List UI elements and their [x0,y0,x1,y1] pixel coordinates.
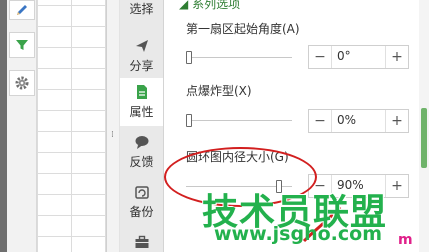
pane-splitter[interactable] [106,0,120,252]
section-title-text: 系列选项 [192,0,241,11]
first-slice-angle-track[interactable] [186,57,292,58]
splitter-grip-icon: ⁞ [111,130,114,140]
tab-feedback[interactable]: 反馈 [120,128,163,178]
pencil-icon [17,5,27,15]
tab-share[interactable]: 分享 [120,32,163,82]
tab-toolbox[interactable] [120,228,163,252]
decrease-button[interactable]: − [309,46,332,68]
increase-button[interactable]: + [385,110,408,132]
tab-properties[interactable]: 属性 [120,78,163,126]
properties-icon [136,85,147,99]
increase-button[interactable]: + [385,175,408,197]
first-slice-angle-thumb[interactable] [186,51,192,64]
first-slice-angle-stepper[interactable]: − 0° + [308,45,409,69]
left-dark-bar [0,0,7,252]
tab-select[interactable]: 选择 [120,0,163,32]
tab-properties-label: 属性 [129,105,154,119]
tab-backup-label: 备份 [129,205,154,219]
collapse-triangle-icon: ◢ [179,0,189,11]
decrease-button[interactable]: − [309,110,332,132]
feedback-icon [135,136,148,149]
filter-icon [16,40,28,50]
share-icon [135,40,148,52]
tab-share-label: 分享 [129,59,154,73]
tab-select-label: 选择 [129,2,154,16]
point-explosion-track[interactable] [186,120,292,121]
watermark-url: www.jsgho.com [214,223,382,245]
toolbox-icon [135,235,148,248]
panel-scroll-thumb[interactable] [421,108,427,168]
first-slice-angle-value[interactable]: 0° [337,49,351,63]
point-explosion-thumb[interactable] [186,114,192,127]
tab-backup[interactable]: 备份 [120,178,163,228]
first-slice-angle-label: 第一扇区起始角度(A) [186,22,300,36]
point-explosion-value[interactable]: 0% [337,113,356,127]
watermark-suffix: m [398,232,413,248]
filter-button[interactable] [9,32,35,58]
backup-icon [134,186,149,199]
gear-icon [15,76,29,90]
tab-feedback-label: 反馈 [129,155,154,169]
point-explosion-label: 点爆炸型(X) [186,84,252,98]
increase-button[interactable]: + [385,46,408,68]
point-explosion-stepper[interactable]: − 0% + [308,109,409,133]
pencil-button[interactable] [9,0,35,20]
settings-button[interactable] [9,70,35,96]
section-title[interactable]: ◢ 系列选项 [179,0,240,12]
spreadsheet-grid[interactable] [37,0,106,252]
